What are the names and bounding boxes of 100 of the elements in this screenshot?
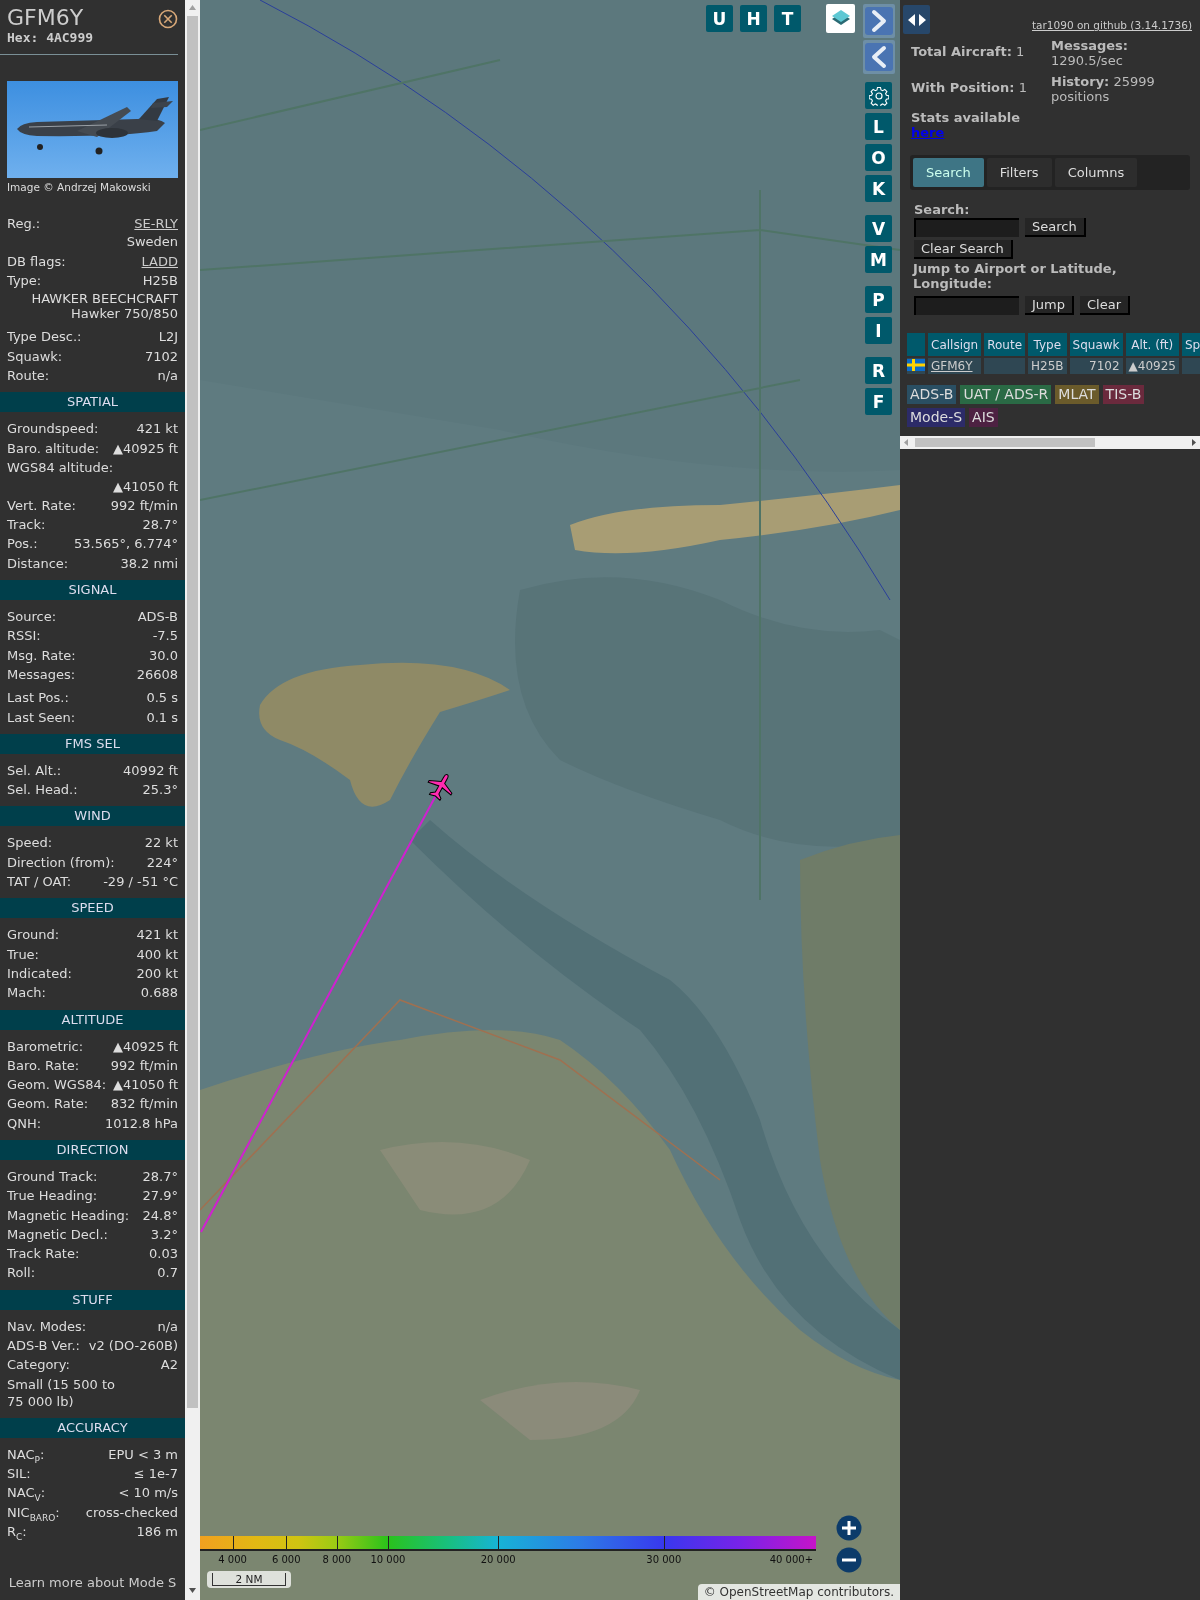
field-value: 992 ft/min — [110, 496, 178, 515]
map-toolbar-button[interactable]: U — [706, 5, 733, 32]
field-value: 24.8° — [142, 1206, 178, 1225]
field-value: -29 / -51 °C — [103, 873, 178, 892]
field-label: Track: — [7, 516, 46, 535]
field-value: 38.2 nmi — [120, 554, 178, 573]
field-label: Track Rate: — [7, 1245, 80, 1264]
jump-button[interactable]: Jump — [1025, 296, 1074, 315]
table-cell: ▲40925 — [1125, 358, 1179, 374]
next-button[interactable] — [863, 4, 895, 38]
field-label: Reg.: — [7, 215, 41, 233]
field-value: 30.0 — [149, 646, 178, 665]
field-value: 22 kt — [144, 834, 178, 853]
field-value: 832 ft/min — [110, 1095, 178, 1114]
jump-label: Jump to Airport or Latitude, Longitude: — [913, 261, 1118, 291]
field-label: Magnetic Decl.: — [7, 1225, 108, 1244]
back-button[interactable] — [863, 40, 895, 74]
version-link[interactable]: tar1090 on github (3.14.1736) — [1032, 19, 1192, 31]
map-option-button[interactable]: O — [865, 144, 892, 171]
table-cell: 7102 — [1069, 358, 1123, 374]
jump-field[interactable] — [914, 296, 1019, 315]
photo-credit: Image © Andrzej Makowski — [6, 180, 152, 194]
map-option-button[interactable]: P — [865, 286, 892, 313]
column-header[interactable]: Squawk — [1069, 333, 1123, 356]
map-option-button[interactable]: M — [865, 246, 892, 273]
field-value: ▲40925 ft — [113, 1037, 178, 1056]
stats-note: Stats available — [911, 110, 1021, 125]
field-value: ≤ 1e-7 — [133, 1464, 178, 1483]
tab[interactable]: Filters — [986, 158, 1052, 187]
map-option-button[interactable]: R — [865, 357, 892, 384]
chevron-left-icon — [865, 43, 893, 71]
map-toolbar-button[interactable]: T — [774, 5, 801, 32]
search-button[interactable]: Search — [1025, 218, 1086, 237]
column-header[interactable]: Alt. (ft) — [1125, 333, 1179, 356]
field-value: 186 m — [136, 1522, 178, 1541]
map-attribution: © OpenStreetMap contributors. — [697, 1584, 900, 1600]
altitude-label: 10 000 — [370, 1554, 406, 1565]
value-link[interactable]: SE-RLY — [134, 214, 178, 234]
section-header: STUFF — [0, 1289, 185, 1310]
column-header[interactable]: Callsign — [928, 333, 982, 356]
field-label: Pos.: — [7, 535, 38, 554]
field-label: Barometric: — [7, 1037, 84, 1056]
field-label: Speed: — [7, 834, 53, 853]
callsign-title: GFM6Y — [7, 6, 85, 30]
horizontal-scrollbar[interactable] — [900, 436, 1200, 449]
field-label: DB flags: — [7, 252, 66, 271]
field-value: Small (15 500 to 75 000 lb) — [7, 1375, 116, 1411]
field-label: Source: — [7, 608, 57, 627]
map-option-button[interactable]: V — [865, 215, 892, 242]
altitude-label: 40 000+ — [769, 1554, 814, 1565]
field-value: -7.5 — [152, 627, 178, 646]
section-header: ALTITUDE — [0, 1009, 185, 1030]
zoom-out-button[interactable] — [836, 1547, 862, 1573]
value-link[interactable]: LADD — [141, 251, 178, 272]
panel-toggle-button[interactable] — [903, 5, 930, 34]
map-toolbar-button[interactable]: H — [740, 5, 767, 32]
field-label: Ground Track: — [7, 1168, 98, 1186]
column-header[interactable]: Route — [984, 333, 1026, 356]
field-value: EPU < 3 m — [108, 1445, 178, 1464]
field-label: SIL: — [7, 1464, 31, 1483]
field-value: 400 kt — [136, 945, 178, 964]
tab[interactable]: Search — [913, 158, 984, 187]
field-label: Messages: — [7, 665, 76, 684]
table-header — [907, 333, 925, 356]
field-label: QNH: — [7, 1114, 42, 1133]
clear-search-button[interactable]: Clear Search — [914, 240, 1013, 259]
map-option-button[interactable]: L — [865, 113, 892, 140]
field-value: cross-checked — [85, 1503, 178, 1522]
field-label: Route: — [7, 367, 50, 385]
field-label: Last Seen: — [7, 708, 76, 727]
layers-button[interactable] — [826, 4, 855, 33]
field-label: Vert. Rate: — [7, 496, 76, 515]
column-header[interactable]: Sp — [1181, 333, 1200, 356]
callsign-link[interactable]: GFM6Y — [931, 359, 973, 373]
map-option-button[interactable]: I — [865, 317, 892, 344]
altitude-label: 8 000 — [322, 1554, 352, 1565]
scrollbar[interactable] — [185, 0, 200, 1600]
field-label: Nav. Modes: — [7, 1317, 87, 1336]
close-icon[interactable] — [158, 9, 178, 29]
table-cell[interactable]: GFM6Y — [928, 358, 982, 374]
field-value: 28.7° — [142, 516, 178, 535]
clear-button[interactable]: Clear — [1080, 296, 1130, 315]
field-label: Baro. altitude: — [7, 439, 100, 458]
tab[interactable]: Columns — [1054, 158, 1138, 187]
map-option-button[interactable]: K — [865, 175, 892, 202]
field-label: Indicated: — [7, 964, 72, 983]
table-cell: H25B — [1028, 358, 1067, 374]
field-value: n/a — [157, 1317, 178, 1336]
field-label: Last Pos.: — [7, 689, 69, 708]
field-label: R$_{C}$: — [7, 1522, 27, 1542]
field-label: Sel. Head.: — [7, 781, 78, 800]
field-label: Baro. Rate: — [7, 1056, 80, 1075]
zoom-in-button[interactable] — [836, 1515, 862, 1541]
altitude-label: 30 000 — [646, 1554, 682, 1565]
column-header[interactable]: Type — [1028, 333, 1067, 356]
field-value: 53.565°, 6.774° — [74, 535, 178, 554]
field-value: 421 kt — [136, 420, 178, 439]
search-field[interactable] — [914, 218, 1019, 237]
map-option-button[interactable]: F — [865, 388, 892, 415]
settings-button[interactable] — [865, 82, 892, 109]
